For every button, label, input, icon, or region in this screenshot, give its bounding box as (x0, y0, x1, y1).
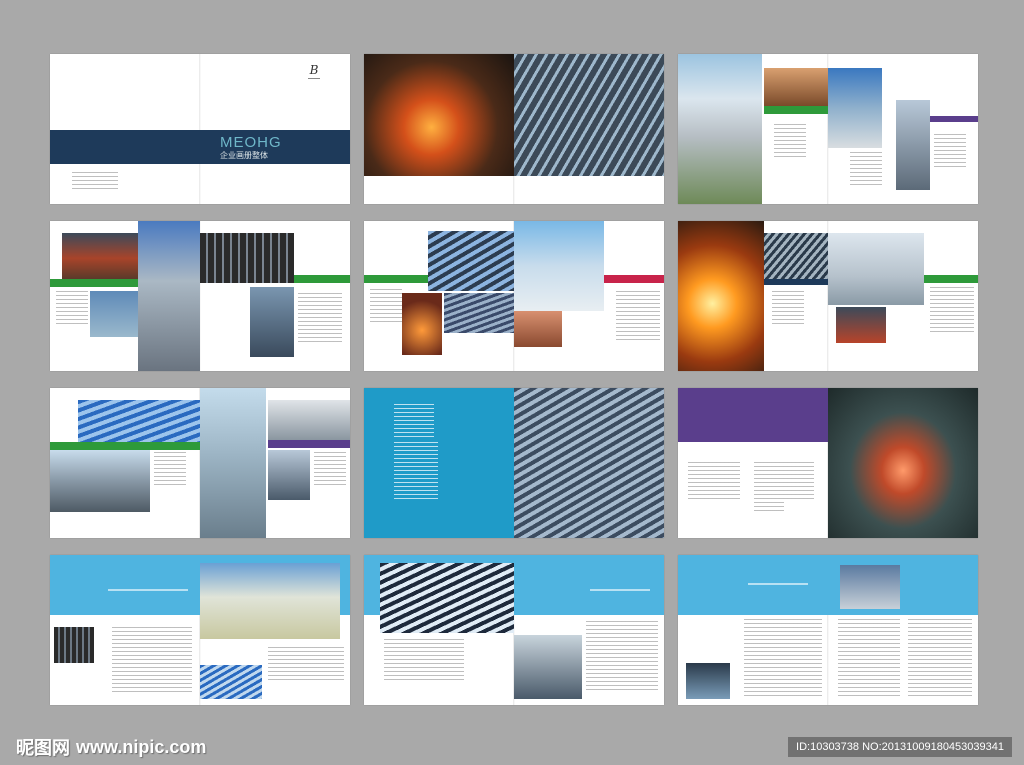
cover-navy-band (50, 130, 350, 164)
green-band (294, 275, 350, 283)
navy-band (764, 279, 828, 285)
green-band (50, 279, 138, 287)
teal-panel (364, 388, 514, 538)
crimson-band (604, 275, 664, 283)
green-band (764, 106, 828, 114)
spread-7 (50, 388, 350, 538)
photo-blue-roof (200, 665, 262, 699)
watermark-site: 昵图网 www.nipic.com (16, 735, 207, 760)
photo-roof-grid (444, 293, 514, 333)
cover-brand: MEOHG (220, 134, 282, 151)
photo-hall (54, 627, 94, 663)
photo-structure (514, 635, 582, 699)
brand-logo-icon: B (308, 63, 320, 79)
green-band (364, 275, 428, 283)
photo-roof (764, 233, 828, 279)
spread-3 (678, 54, 978, 204)
photo-molten-steel (364, 54, 514, 176)
watermark-site-url: www.nipic.com (76, 736, 207, 757)
photo-steel-plates (62, 233, 138, 279)
spread-10 (50, 555, 350, 705)
spread-6 (678, 221, 978, 371)
cover-contact-text (72, 172, 118, 192)
photo-steel-roof (514, 54, 664, 176)
green-band (50, 442, 200, 450)
photo-tower-crane (268, 450, 310, 500)
photo-buildings (828, 233, 924, 305)
spread-4 (50, 221, 350, 371)
photo-copper (514, 311, 562, 347)
photo-floor (686, 663, 730, 699)
photo-molten (402, 293, 442, 355)
spread-11 (364, 555, 664, 705)
photo-prefab-building (200, 563, 340, 639)
photo-factory-hall (200, 233, 294, 283)
photo-prefab (200, 388, 266, 538)
purple-header (678, 388, 828, 442)
photo-stadium (514, 388, 664, 538)
spread-cover (50, 54, 350, 204)
photo-stadium-roof (78, 400, 200, 442)
photo-crane-hall (840, 565, 900, 609)
spread-2 (364, 54, 664, 204)
photo-building (828, 68, 882, 148)
cover-subtitle: 企业画册整体 (220, 151, 268, 160)
sky-band (678, 555, 978, 615)
photo-hall-detail (250, 287, 294, 357)
watermark-site-cn: 昵图网 (16, 738, 70, 759)
green-band (924, 275, 978, 283)
photo-truss (428, 231, 514, 291)
spread-5 (364, 221, 664, 371)
photo-tower (138, 221, 200, 371)
spread-8 (364, 388, 664, 538)
photo-steel-rows (836, 307, 886, 343)
photo-steel-mill (828, 388, 978, 538)
photo-sparks (678, 221, 764, 371)
photo-warehouse (514, 221, 604, 311)
watermark-id: ID:10303738 NO:20131009180453039341 (788, 737, 1012, 757)
photo-car-lot (50, 450, 150, 512)
purple-band (930, 116, 978, 122)
photo-workshop (90, 291, 138, 337)
spread-12 (678, 555, 978, 705)
photo-interior (764, 68, 828, 106)
spread-9 (678, 388, 978, 538)
photo-steel-truss (380, 563, 514, 633)
photo-factory-campus (678, 54, 762, 204)
purple-band (268, 440, 350, 448)
photo-frame (268, 400, 350, 440)
photo-stairs (896, 100, 930, 190)
